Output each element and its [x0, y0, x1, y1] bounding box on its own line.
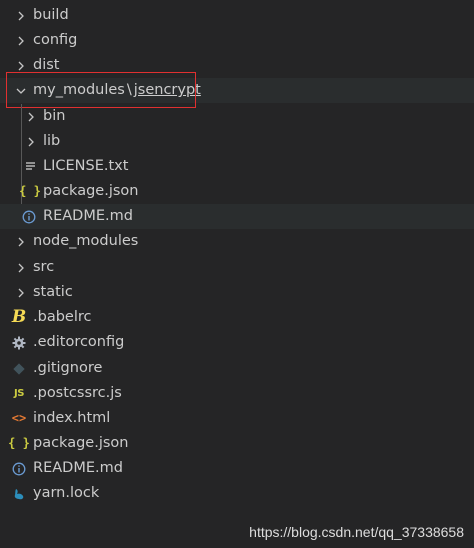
folder-src[interactable]: src — [0, 255, 474, 280]
folder-label: node_modules — [33, 233, 139, 249]
info-icon — [11, 456, 27, 481]
folder-label: build — [33, 7, 69, 23]
chevron-right-icon — [13, 229, 29, 254]
compact-folder-separator: \ — [126, 82, 132, 98]
file-label: LICENSE.txt — [43, 158, 129, 174]
file-label: .gitignore — [33, 360, 103, 376]
chevron-right-icon — [13, 53, 29, 78]
folder-label: static — [33, 284, 73, 300]
file-explorer: build config dist my_modules \ jsencrypt b… — [0, 0, 474, 548]
file-index-html[interactable]: <> index.html — [0, 406, 474, 431]
folder-bin[interactable]: bin — [0, 104, 474, 129]
file-label: yarn.lock — [33, 485, 100, 501]
file-readme-md[interactable]: README.md — [0, 456, 474, 481]
compact-folder-label: my_modules \ jsencrypt — [33, 78, 201, 103]
folder-label: lib — [43, 133, 61, 149]
chevron-right-icon — [13, 28, 29, 53]
folder-build[interactable]: build — [0, 3, 474, 28]
git-diamond-icon — [11, 356, 27, 381]
info-icon — [21, 204, 37, 229]
file-label: .babelrc — [33, 309, 92, 325]
folder-my-modules-jsencrypt[interactable]: my_modules \ jsencrypt — [0, 78, 474, 103]
folder-node-modules[interactable]: node_modules — [0, 229, 474, 254]
chevron-right-icon — [13, 3, 29, 28]
folder-config[interactable]: config — [0, 28, 474, 53]
compact-folder-parent[interactable]: my_modules — [33, 82, 125, 98]
html-icon: <> — [11, 411, 27, 425]
chevron-down-icon — [13, 78, 29, 103]
file-gitignore[interactable]: .gitignore — [0, 356, 474, 381]
folder-label: bin — [43, 108, 66, 124]
file-label: .editorconfig — [33, 334, 125, 350]
file-label: .postcssrc.js — [33, 385, 122, 401]
file-babelrc[interactable]: B .babelrc — [0, 305, 474, 330]
gear-icon — [11, 330, 27, 355]
folder-label: src — [33, 259, 55, 275]
file-label: package.json — [33, 435, 129, 451]
chevron-right-icon — [13, 280, 29, 305]
js-icon: JS — [14, 388, 24, 399]
chevron-right-icon — [23, 104, 39, 129]
file-label: README.md — [43, 208, 133, 224]
file-label: README.md — [33, 460, 123, 476]
chevron-right-icon — [23, 129, 39, 154]
file-readme-md-inner[interactable]: README.md — [0, 204, 474, 229]
chevron-right-icon — [13, 255, 29, 280]
file-package-json[interactable]: { } package.json — [0, 431, 474, 456]
babel-icon: B — [11, 307, 27, 327]
json-braces-icon: { } — [8, 436, 30, 450]
json-braces-icon: { } — [19, 184, 41, 198]
watermark: https://blog.csdn.net/qq_37338658 — [249, 524, 464, 540]
folder-lib[interactable]: lib — [0, 129, 474, 154]
folder-label: dist — [33, 57, 60, 73]
compact-folder-child[interactable]: jsencrypt — [134, 82, 201, 98]
file-license-txt[interactable]: LICENSE.txt — [0, 154, 474, 179]
yarn-icon — [11, 481, 27, 506]
file-editorconfig[interactable]: .editorconfig — [0, 330, 474, 355]
folder-static[interactable]: static — [0, 280, 474, 305]
lines-icon — [22, 154, 38, 179]
file-label: index.html — [33, 410, 111, 426]
folder-label: config — [33, 32, 78, 48]
folder-dist[interactable]: dist — [0, 53, 474, 78]
file-yarn-lock[interactable]: yarn.lock — [0, 481, 474, 506]
file-package-json-inner[interactable]: { } package.json — [0, 179, 474, 204]
file-label: package.json — [43, 183, 139, 199]
file-postcssrc-js[interactable]: JS .postcssrc.js — [0, 381, 474, 406]
